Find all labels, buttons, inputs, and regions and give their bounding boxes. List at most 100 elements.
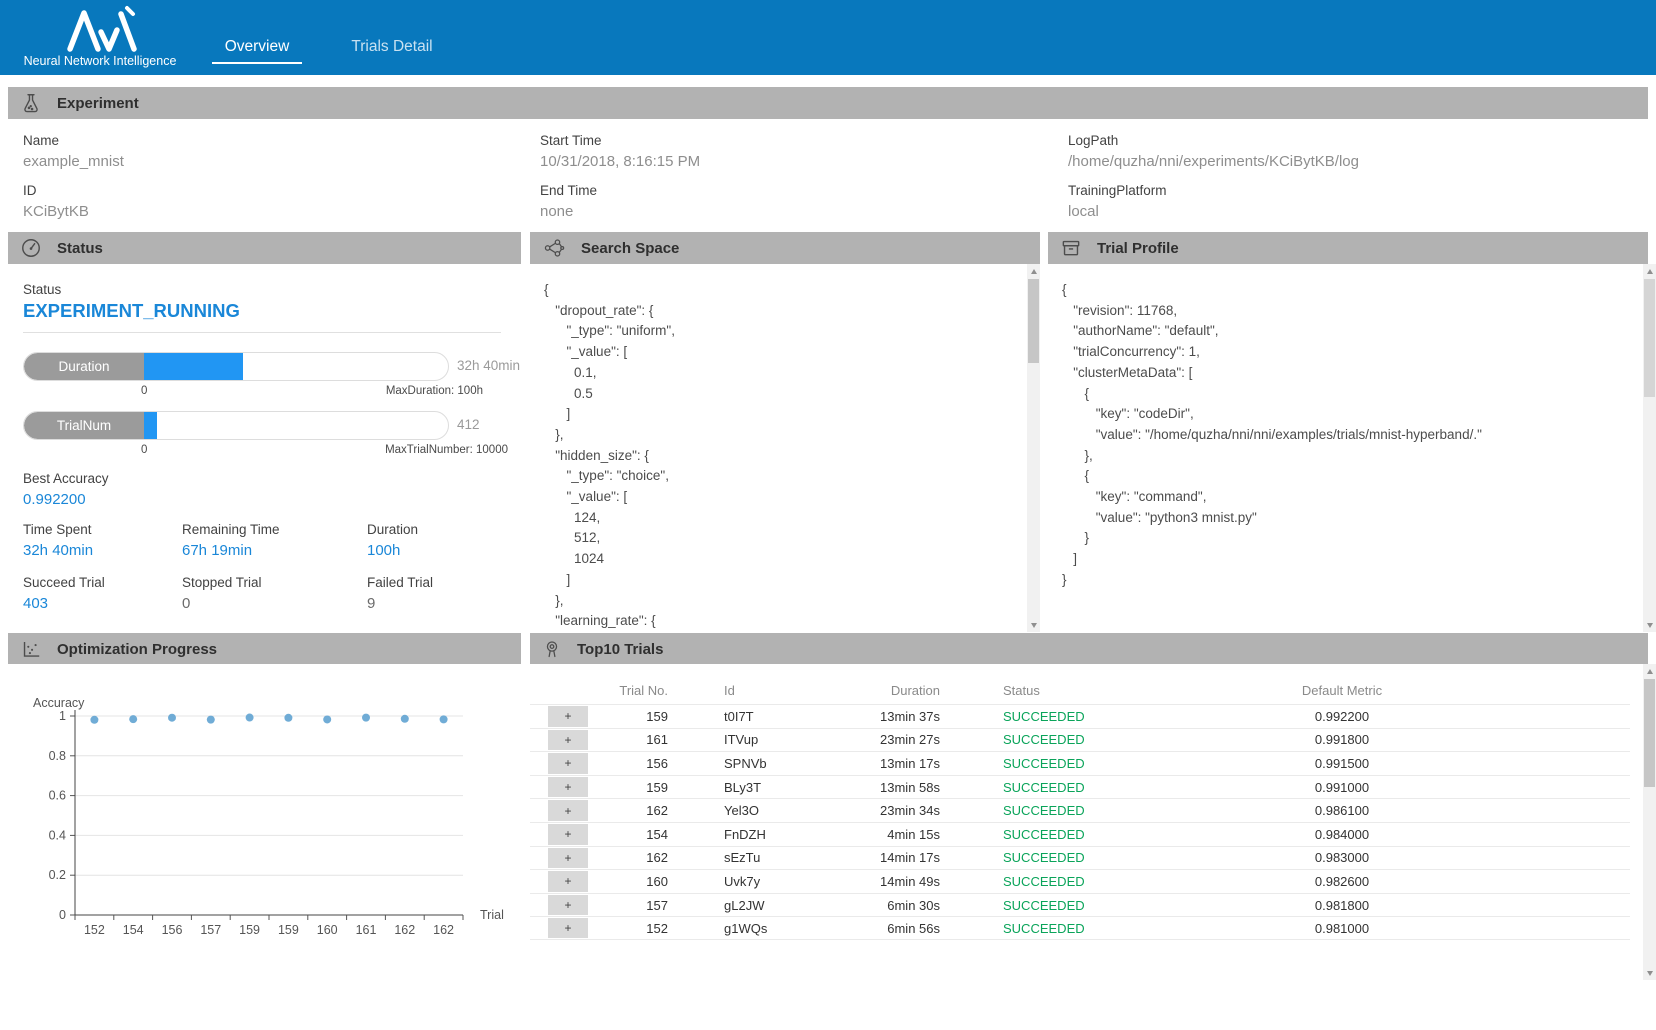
table-row: +159BLy3T13min 58sSUCCEEDED0.991000	[530, 775, 1630, 799]
gauge-icon	[21, 238, 41, 258]
expand-button[interactable]: +	[548, 848, 588, 869]
trial-no-cell: 156	[588, 756, 668, 771]
data-point[interactable]	[168, 714, 176, 722]
accuracy-chart: Accuracy10.80.60.40.20152154156157159159…	[8, 664, 521, 964]
id-cell: FnDZH	[668, 827, 824, 842]
trial-no-cell: 152	[588, 921, 668, 936]
metric-cell: 0.991800	[1140, 732, 1544, 747]
data-point[interactable]	[323, 715, 331, 723]
experiment-field-value: /home/quzha/nni/experiments/KCiBytKB/log	[1068, 153, 1648, 170]
scrollbar-thumb[interactable]	[1644, 279, 1655, 397]
data-point[interactable]	[246, 714, 254, 722]
trial-profile-scrollbar[interactable]	[1643, 264, 1656, 632]
scroll-down-icon[interactable]	[1643, 966, 1656, 980]
stat-value: 67h 19min	[182, 542, 367, 559]
scroll-up-icon[interactable]	[1643, 664, 1656, 678]
metric-cell: 0.992200	[1140, 709, 1544, 724]
data-point[interactable]	[207, 716, 215, 724]
tab-trials-detail[interactable]: Trials Detail	[338, 38, 446, 56]
expand-button[interactable]: +	[548, 895, 588, 916]
molecule-icon	[543, 238, 565, 258]
duration-cell: 23min 34s	[824, 803, 940, 818]
stat: Duration100h	[367, 522, 433, 559]
id-cell: t0I7T	[668, 709, 824, 724]
expand-button[interactable]: +	[548, 800, 588, 821]
nni-logo-icon	[64, 5, 140, 53]
data-point[interactable]	[362, 714, 370, 722]
best-accuracy-value: 0.992200	[23, 491, 86, 508]
scroll-down-icon[interactable]	[1027, 618, 1040, 632]
status-stats: Time Spent32h 40minRemaining Time 67h 19m…	[23, 522, 433, 612]
metric-cell: 0.983000	[1140, 850, 1544, 865]
accuracy-axis-label: Accuracy	[33, 696, 85, 710]
experiment-field-label: TrainingPlatform	[1068, 183, 1648, 198]
x-tick-label: 159	[239, 923, 260, 937]
expand-button[interactable]: +	[548, 918, 588, 938]
section-header-status: Status	[8, 232, 521, 264]
data-point[interactable]	[129, 715, 137, 723]
status-panel: Status EXPERIMENT_RUNNING Duration 32h 4…	[8, 264, 521, 632]
top10-scrollbar[interactable]	[1643, 664, 1656, 980]
id-cell: SPNVb	[668, 756, 824, 771]
scroll-down-icon[interactable]	[1643, 618, 1656, 632]
data-point[interactable]	[284, 714, 292, 722]
section-title-status: Status	[57, 240, 103, 257]
stat: Time Spent32h 40min	[23, 522, 182, 559]
y-tick-label: 0	[59, 908, 66, 922]
top10-table: Trial No.IdDurationStatusDefault Metric …	[530, 676, 1630, 940]
id-cell: Yel3O	[668, 803, 824, 818]
expand-button[interactable]: +	[548, 777, 588, 798]
trial-no-cell: 154	[588, 827, 668, 842]
data-point[interactable]	[90, 716, 98, 724]
duration-cell: 6min 30s	[824, 898, 940, 913]
search-space-scrollbar[interactable]	[1027, 264, 1040, 632]
id-cell: g1WQs	[668, 921, 824, 936]
scroll-up-icon[interactable]	[1643, 264, 1656, 278]
metric-cell: 0.981800	[1140, 898, 1544, 913]
tab-overview[interactable]: Overview	[212, 38, 302, 56]
plus-icon: +	[564, 734, 571, 746]
data-point[interactable]	[401, 715, 409, 723]
status-cell: SUCCEEDED	[940, 803, 1140, 818]
section-title-optimization: Optimization Progress	[57, 641, 217, 658]
status-cell: SUCCEEDED	[940, 874, 1140, 889]
trialnum-progress-label: TrialNum	[24, 412, 144, 439]
top10-panel: Trial No.IdDurationStatusDefault Metric …	[530, 664, 1643, 980]
id-cell: BLy3T	[668, 780, 824, 795]
y-tick-label: 0.2	[49, 868, 66, 882]
x-tick-label: 156	[162, 923, 183, 937]
x-tick-label: 154	[123, 923, 144, 937]
duration-cell: 6min 56s	[824, 921, 940, 936]
expand-button[interactable]: +	[548, 871, 588, 892]
stat: Failed Trial9	[367, 575, 433, 612]
stat-label: Remaining Time	[182, 522, 367, 537]
column-header-default-metric: Default Metric	[1140, 683, 1544, 698]
nav-bar: Neural Network Intelligence Overview Tri…	[0, 0, 1656, 75]
plus-icon: +	[564, 899, 571, 911]
expand-button[interactable]: +	[548, 706, 588, 727]
duration-cell: 14min 49s	[824, 874, 940, 889]
experiment-field-value: none	[540, 203, 1053, 220]
status-label: Status	[23, 282, 61, 297]
plus-icon: +	[564, 710, 571, 722]
metric-cell: 0.981000	[1140, 921, 1544, 936]
duration-progress-track	[144, 353, 448, 380]
expand-button[interactable]: +	[548, 730, 588, 751]
x-tick-label: 162	[394, 923, 415, 937]
section-header-optimization: Optimization Progress	[8, 633, 521, 665]
status-cell: SUCCEEDED	[940, 756, 1140, 771]
scrollbar-thumb[interactable]	[1644, 679, 1655, 787]
top10-header-row: Trial No.IdDurationStatusDefault Metric	[530, 676, 1630, 704]
stat-label: Stopped Trial	[182, 575, 367, 590]
duration-progress: Duration	[23, 352, 449, 381]
trialnum-progress-value: 412	[457, 417, 480, 432]
experiment-column: Start Time10/31/2018, 8:16:15 PMEnd Time…	[525, 120, 1053, 230]
expand-button[interactable]: +	[548, 824, 588, 845]
scrollbar-thumb[interactable]	[1028, 279, 1039, 363]
duration-progress-value: 32h 40min	[457, 358, 520, 373]
trial-no-cell: 160	[588, 874, 668, 889]
data-point[interactable]	[440, 715, 448, 723]
expand-button[interactable]: +	[548, 753, 588, 774]
experiment-field-label: ID	[23, 183, 525, 198]
scroll-up-icon[interactable]	[1027, 264, 1040, 278]
